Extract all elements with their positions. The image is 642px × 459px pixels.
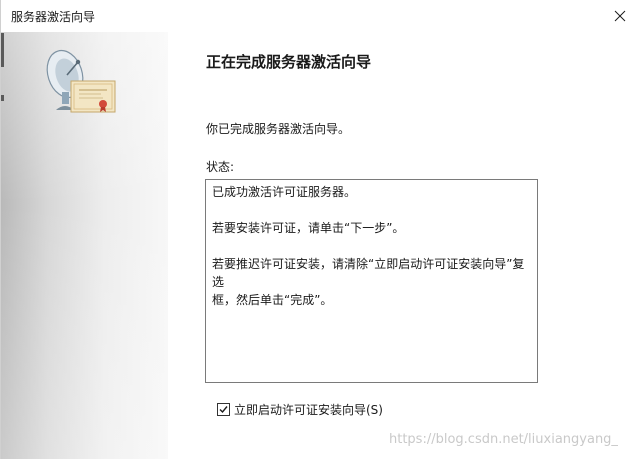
watermark: https://blog.csdn.net/liuxiangyang_ [389,432,618,447]
close-icon [614,10,626,22]
wizard-description: 你已完成服务器激活向导。 [206,122,351,136]
status-line: 若要安装许可证，请单击“下一步”。 [212,221,405,235]
start-license-install-checkbox[interactable] [217,403,230,416]
background-window-edge [1,33,4,67]
satellite-certificate-icon [46,49,116,113]
start-license-install-wizard-option[interactable]: 立即启动许可证安装向导(S) [217,401,383,418]
server-activation-wizard-window: 服务器激活向导 正在完成服务器激活向导 你已完成服务器激活向导。 状态: 已成功… [0,0,642,459]
page-title: 正在完成服务器激活向导 [206,53,372,71]
status-line: 若要推迟许可证安装，请清除“立即启动许可证安装向导”复选 [212,257,525,289]
status-label: 状态: [206,160,235,174]
background-window-edge [1,95,4,101]
close-button[interactable] [597,0,642,32]
status-textbox[interactable]: 已成功激活许可证服务器。 若要安装许可证，请单击“下一步”。 若要推迟许可证安装… [205,179,538,383]
window-title: 服务器激活向导 [11,10,96,24]
title-bar[interactable]: 服务器激活向导 [1,0,642,32]
status-line: 已成功激活许可证服务器。 [212,185,357,199]
status-line: 框，然后单击“完成”。 [212,293,333,307]
checkmark-icon [219,406,228,414]
checkbox-label: 立即启动许可证安装向导(S) [234,403,383,417]
